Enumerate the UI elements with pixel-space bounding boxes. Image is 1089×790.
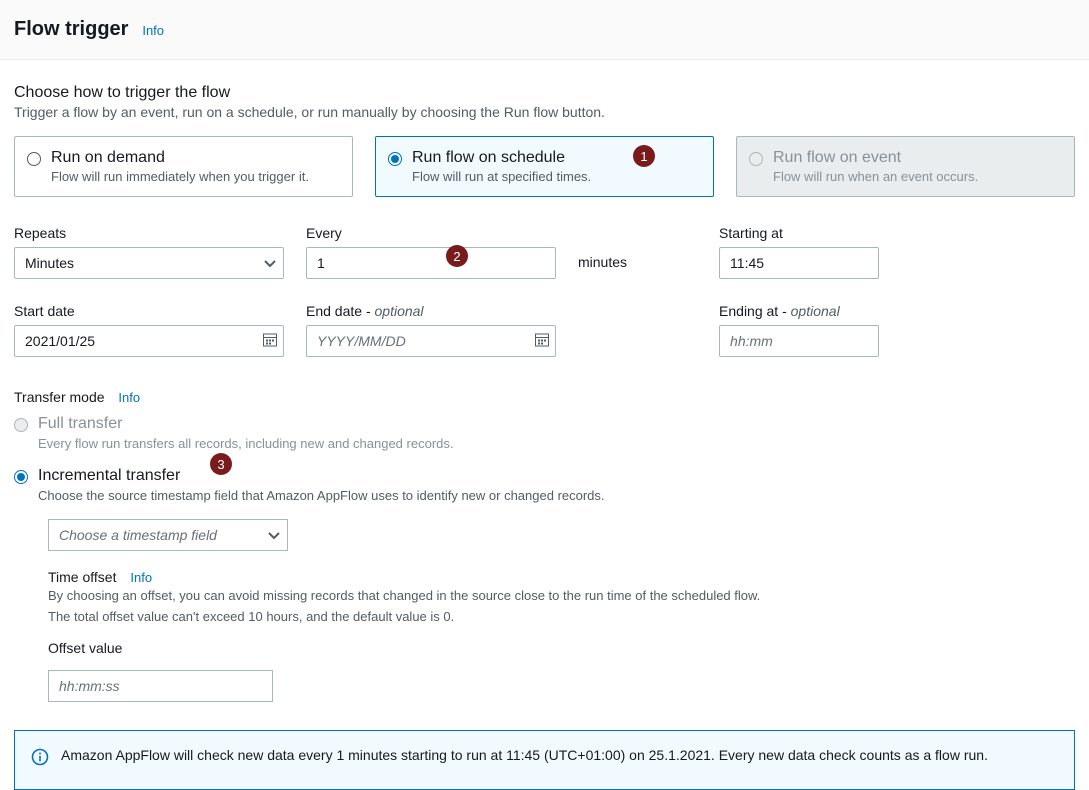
tile-title: Run flow on event (773, 149, 1060, 167)
tile-run-on-schedule[interactable]: Run flow on schedule Flow will run at sp… (375, 136, 714, 197)
time-offset-info-link[interactable]: Info (130, 570, 152, 585)
every-unit-label: minutes (578, 234, 627, 270)
transfer-mode-info-link[interactable]: Info (118, 390, 140, 405)
header-info-link[interactable]: Info (142, 23, 164, 38)
tile-title: Run on demand (51, 149, 338, 167)
tile-sub: Flow will run when an event occurs. (773, 169, 1060, 184)
time-offset-label: Time offset (48, 569, 116, 585)
repeats-field: Repeats Minutes (14, 225, 284, 279)
repeats-select[interactable]: Minutes (14, 247, 284, 279)
every-label: Every (306, 225, 556, 241)
starting-at-label: Starting at (719, 225, 879, 241)
offset-value-input[interactable] (48, 670, 273, 702)
callout-1: 1 (633, 145, 655, 167)
transfer-mode-section: Transfer mode Info Full transfer Every f… (14, 389, 1075, 702)
section-title: Choose how to trigger the flow (14, 84, 1075, 102)
starting-at-field: Starting at (719, 225, 879, 279)
every-input[interactable] (306, 247, 556, 279)
radio-incremental-transfer[interactable]: Incremental transfer Choose the source t… (14, 467, 1075, 505)
info-banner: Amazon AppFlow will check new data every… (14, 730, 1075, 790)
trigger-section-heading: Choose how to trigger the flow Trigger a… (14, 84, 1075, 120)
start-date-label: Start date (14, 303, 284, 319)
incremental-title: Incremental transfer (38, 467, 1075, 485)
page-title: Flow trigger (14, 18, 128, 40)
radio-icon (14, 418, 28, 432)
ending-at-input[interactable] (719, 325, 879, 357)
full-transfer-sub: Every flow run transfers all records, in… (38, 435, 454, 453)
end-date-label: End date - optional (306, 303, 556, 319)
full-transfer-title: Full transfer (38, 415, 454, 433)
starting-at-input[interactable] (719, 247, 879, 279)
tile-title: Run flow on schedule (412, 149, 699, 167)
ending-at-field: Ending at - optional (719, 303, 879, 357)
start-date-field: Start date (14, 303, 284, 357)
callout-2: 2 (446, 245, 468, 267)
end-date-input[interactable] (306, 325, 556, 357)
radio-full-transfer: Full transfer Every flow run transfers a… (14, 415, 1075, 453)
tile-sub: Flow will run at specified times. (412, 169, 699, 184)
offset-desc-1: By choosing an offset, you can avoid mis… (48, 587, 1075, 605)
every-field: Every 2 (306, 225, 556, 279)
page-header: Flow trigger Info (0, 0, 1089, 60)
start-date-input[interactable] (14, 325, 284, 357)
timestamp-field-select[interactable]: Choose a timestamp field (48, 519, 288, 551)
offset-value-label: Offset value (48, 640, 1075, 656)
tile-sub: Flow will run immediately when you trigg… (51, 169, 338, 184)
radio-icon (27, 152, 41, 166)
section-desc: Trigger a flow by an event, run on a sch… (14, 104, 1075, 120)
repeats-label: Repeats (14, 225, 284, 241)
transfer-mode-label: Transfer mode (14, 389, 105, 405)
info-banner-message: Amazon AppFlow will check new data every… (61, 745, 988, 766)
incremental-sub: Choose the source timestamp field that A… (38, 487, 1075, 505)
info-icon (31, 748, 49, 769)
radio-icon (14, 470, 28, 484)
offset-desc-2: The total offset value can't exceed 10 h… (48, 608, 1075, 626)
radio-icon (749, 152, 763, 166)
ending-at-label: Ending at - optional (719, 303, 879, 319)
trigger-tiles: Run on demand Flow will run immediately … (14, 136, 1075, 197)
radio-icon (388, 152, 402, 166)
tile-run-on-event: Run flow on event Flow will run when an … (736, 136, 1075, 197)
end-date-field: End date - optional (306, 303, 556, 357)
tile-run-on-demand[interactable]: Run on demand Flow will run immediately … (14, 136, 353, 197)
